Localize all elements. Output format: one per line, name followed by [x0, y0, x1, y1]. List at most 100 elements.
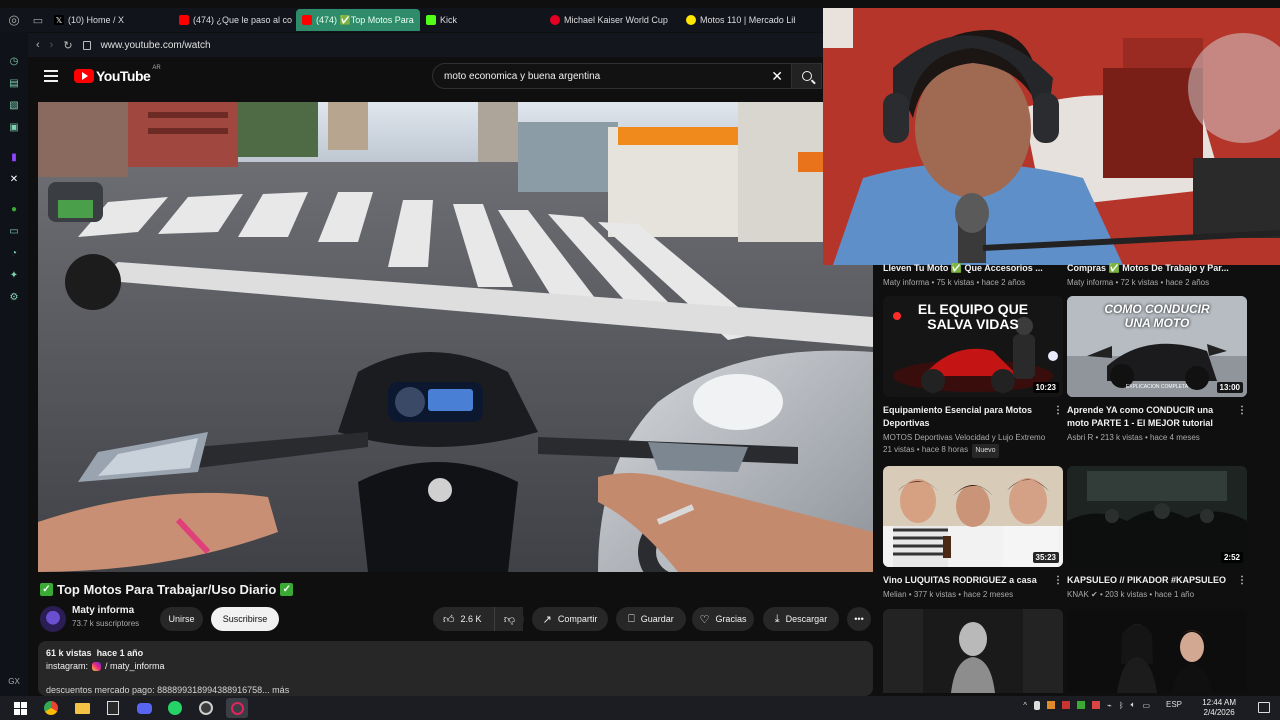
rec-channel[interactable]: KNAK ✔: [1067, 590, 1098, 599]
rec-partial-right[interactable]: Compras ✅ Motos De Trabajo y Par... Maty…: [1067, 263, 1229, 287]
history-icon[interactable]: ◔: [7, 246, 21, 260]
recommendations-scrollbar[interactable]: [1256, 266, 1262, 686]
forward-icon[interactable]: ›: [50, 39, 54, 51]
more-actions-button[interactable]: •••: [847, 607, 871, 631]
search-input[interactable]: moto economica y buena argentina ✕: [432, 63, 792, 89]
rec-thumbnail[interactable]: [1067, 609, 1247, 693]
messenger-icon[interactable]: ▣: [7, 120, 21, 134]
gx-control-icon[interactable]: ◷: [7, 54, 21, 68]
rec-thumbnail[interactable]: 2:52: [1067, 466, 1247, 567]
taskbar-discord[interactable]: [133, 698, 155, 718]
taskbar-opera-gx[interactable]: [226, 698, 248, 718]
tray-app-icon[interactable]: [1076, 701, 1085, 709]
taskbar-explorer[interactable]: [71, 698, 93, 718]
rec-card[interactable]: 2:52 KAPSULEO // PIKADOR #KAPSULEO ⋮ KNA…: [1067, 466, 1247, 601]
rec-card[interactable]: EL EQUIPO QUE SALVA VIDAS 10:23 Equipami…: [883, 296, 1063, 458]
battery-icon[interactable]: ▭: [1142, 701, 1150, 710]
microphone-icon[interactable]: [1033, 700, 1040, 710]
country-code: AR: [152, 65, 161, 71]
tray-app-icon[interactable]: [1061, 701, 1070, 709]
more-vertical-icon[interactable]: ⋮: [1237, 574, 1247, 587]
whatsapp-sidebar-icon[interactable]: ●: [7, 202, 21, 216]
taskbar-whatsapp[interactable]: [164, 698, 186, 718]
channel-name[interactable]: Maty informa: [72, 605, 134, 616]
instagram-link[interactable]: / maty_informa: [105, 661, 165, 671]
youtube-logo[interactable]: YouTube AR: [74, 65, 161, 84]
back-icon[interactable]: ‹: [36, 39, 40, 51]
start-button[interactable]: [9, 698, 31, 718]
view-count: 61 k vistas: [46, 648, 92, 658]
rec-title[interactable]: Equipamiento Esencial para Motos Deporti…: [883, 404, 1063, 430]
taskbar-clock[interactable]: 12:44 AM 2/4/2026: [1202, 698, 1236, 718]
tray-app-icon[interactable]: [1091, 701, 1100, 709]
rec-thumbnail[interactable]: [883, 609, 1063, 693]
new-badge: Nuevo: [972, 444, 999, 458]
tab-kick[interactable]: Kick: [420, 9, 544, 31]
volume-icon[interactable]: 🔈︎: [1131, 700, 1136, 710]
hamburger-menu-icon[interactable]: [44, 70, 58, 82]
settings-icon[interactable]: ⚙: [7, 290, 21, 304]
taskbar-obs[interactable]: [195, 698, 217, 718]
more-vertical-icon[interactable]: ⋮: [1053, 404, 1063, 417]
url-field[interactable]: www.youtube.com/watch: [101, 40, 211, 51]
rec-thumbnail[interactable]: EL EQUIPO QUE SALVA VIDAS 10:23: [883, 296, 1063, 397]
opera-gx-logo-icon[interactable]: ◎: [0, 8, 28, 32]
more-vertical-icon[interactable]: ⋮: [1237, 404, 1247, 417]
rec-partial-left[interactable]: Lleven Tu Moto ✅ Que Accesorios ... Maty…: [883, 263, 1043, 287]
rec-card[interactable]: COMO CONDUCIR UNA MOTO EXPLICACION COMPL…: [1067, 296, 1247, 444]
rec-channel[interactable]: MOTOS Deportivas Velocidad y Lujo Extrem…: [883, 432, 1063, 444]
tab-x-home[interactable]: 𝕏 (10) Home / X: [48, 9, 173, 31]
view-stats: 61 k vistas hace 1 año: [46, 648, 865, 658]
tab-pinterest[interactable]: Michael Kaiser World Cup: [544, 9, 680, 31]
reload-icon[interactable]: ↻: [63, 39, 72, 52]
taskbar-epic[interactable]: [102, 698, 124, 718]
tab-label: Motos 110 | Mercado Libre: [700, 15, 795, 25]
save-button[interactable]: ⎕ Guardar: [616, 607, 686, 631]
tab-manager-icon[interactable]: ▭: [28, 8, 48, 32]
share-button[interactable]: ↗ Compartir: [532, 607, 608, 631]
rec-meta: Maty informa • 75 k vistas • hace 2 años: [883, 278, 1026, 287]
language-indicator[interactable]: ESP: [1166, 700, 1182, 709]
taskbar-chrome[interactable]: [40, 698, 62, 718]
rec-card[interactable]: [883, 609, 1063, 693]
rec-title[interactable]: Aprende YA como CONDUCIR una moto PARTE …: [1067, 404, 1247, 430]
channel-avatar[interactable]: [40, 606, 66, 632]
tray-app-icon[interactable]: [1046, 701, 1055, 709]
gx-bottom-label: GX: [8, 677, 20, 686]
extensions-icon[interactable]: ✦: [7, 268, 21, 282]
rec-thumbnail[interactable]: 35:23: [883, 466, 1063, 567]
join-button[interactable]: Unirse: [160, 607, 203, 631]
like-count: 2.6 K: [460, 614, 482, 624]
twitch-icon[interactable]: ▮: [7, 150, 21, 164]
rec-channel[interactable]: Asbri R: [1067, 433, 1093, 442]
rec-channel[interactable]: Melian: [883, 590, 907, 599]
rec-title[interactable]: KAPSULEO // PIKADOR #KAPSULEO ⋮: [1067, 574, 1247, 587]
save-label: Guardar: [640, 614, 674, 624]
thanks-button[interactable]: ♡ Gracias: [692, 607, 754, 631]
tab-youtube-active[interactable]: (474) ✅Top Motos Para: [296, 9, 420, 31]
search-button[interactable]: [792, 63, 822, 89]
pinboard-icon[interactable]: ▭: [7, 224, 21, 238]
clear-search-icon[interactable]: ✕: [771, 68, 783, 85]
gx-corner-icon[interactable]: ▧: [7, 98, 21, 112]
thumb-art: [1067, 609, 1247, 693]
download-button[interactable]: ⤓ Descargar: [763, 607, 839, 631]
tab-youtube-1[interactable]: (474) ¿Que le paso al co: [173, 9, 296, 31]
more-vertical-icon[interactable]: ⋮: [1053, 574, 1063, 587]
video-player[interactable]: [38, 102, 873, 572]
notification-center-icon[interactable]: [1258, 702, 1270, 713]
bluetooth-icon[interactable]: ᛒ: [1119, 701, 1124, 710]
rec-title[interactable]: Vino LUQUITAS RODRIGUEZ a casa ⋮: [883, 574, 1063, 587]
dislike-button[interactable]: 👎︎: [494, 607, 524, 631]
description-box[interactable]: 61 k vistas hace 1 año instagram: / maty…: [38, 641, 873, 696]
rec-thumbnail[interactable]: COMO CONDUCIR UNA MOTO EXPLICACION COMPL…: [1067, 296, 1247, 397]
subscribe-button[interactable]: Suscribirse: [211, 607, 279, 631]
x-sidebar-icon[interactable]: ✕: [7, 172, 21, 186]
network-icon[interactable]: ⌁: [1107, 701, 1112, 710]
rec-card[interactable]: 35:23 Vino LUQUITAS RODRIGUEZ a casa ⋮ M…: [883, 466, 1063, 601]
gx-cleaner-icon[interactable]: ▤: [7, 76, 21, 90]
rec-card[interactable]: [1067, 609, 1247, 693]
chevron-up-icon[interactable]: ^: [1023, 701, 1027, 710]
rec-title-text: Vino LUQUITAS RODRIGUEZ a casa: [883, 575, 1037, 585]
tab-mercadolibre[interactable]: Motos 110 | Mercado Libre: [680, 9, 795, 31]
